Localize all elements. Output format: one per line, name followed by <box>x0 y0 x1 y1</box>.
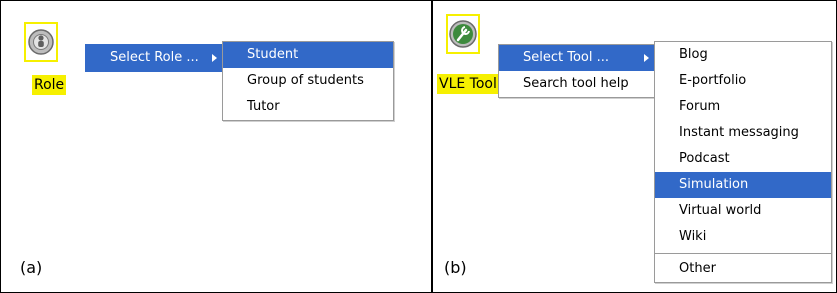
menu-separator <box>655 253 831 254</box>
select-role-label: Select Role ... <box>110 50 199 65</box>
vle-tool-icon-box[interactable] <box>446 14 480 54</box>
tool-option-podcast[interactable]: Podcast <box>655 146 831 172</box>
tool-options-menu: Blog E-portfolio Forum Instant messaging… <box>654 41 832 283</box>
select-tool-label: Select Tool ... <box>523 50 610 65</box>
submenu-arrow-icon <box>644 54 649 62</box>
select-role-item[interactable]: Select Role ... <box>86 45 223 71</box>
role-menu: Select Role ... <box>85 44 224 72</box>
role-option-group[interactable]: Group of students <box>223 68 393 94</box>
role-label[interactable]: Role <box>32 75 67 95</box>
tool-option-instant-messaging[interactable]: Instant messaging <box>655 120 831 146</box>
tool-option-wiki[interactable]: Wiki <box>655 224 831 250</box>
panel-b-caption: (b) <box>444 258 467 277</box>
select-tool-item[interactable]: Select Tool ... <box>499 45 655 71</box>
tool-option-virtual-world[interactable]: Virtual world <box>655 198 831 224</box>
wrench-icon <box>449 20 477 48</box>
submenu-arrow-icon <box>212 54 217 62</box>
role-options-menu: Student Group of students Tutor <box>222 41 394 121</box>
vle-tool-label[interactable]: VLE Tool <box>437 74 502 94</box>
search-tool-help-item[interactable]: Search tool help <box>499 71 655 97</box>
tool-option-simulation[interactable]: Simulation <box>655 172 831 198</box>
vle-menu: Select Tool ... Search tool help <box>498 44 656 98</box>
role-option-student[interactable]: Student <box>223 42 393 68</box>
role-icon-box[interactable] <box>24 22 58 62</box>
panel-divider <box>431 0 433 293</box>
tool-option-forum[interactable]: Forum <box>655 94 831 120</box>
tool-option-eportfolio[interactable]: E-portfolio <box>655 68 831 94</box>
role-person-icon <box>28 29 54 55</box>
role-option-tutor[interactable]: Tutor <box>223 94 393 120</box>
tool-option-other[interactable]: Other <box>655 256 831 282</box>
panel-a-caption: (a) <box>20 258 43 277</box>
tool-option-blog[interactable]: Blog <box>655 42 831 68</box>
